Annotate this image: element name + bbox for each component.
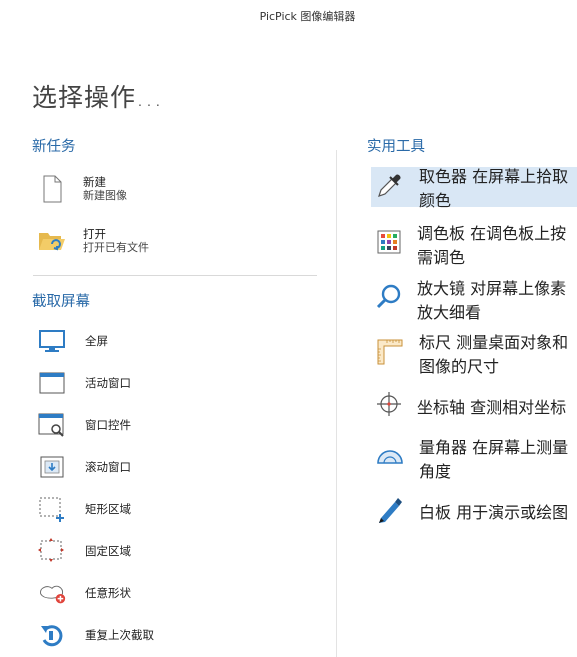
capture-active-window-label: 活动窗口: [85, 376, 131, 390]
open-file-desc: 打开已有文件: [83, 241, 149, 254]
tool-whiteboard-desc: 用于演示或绘图: [456, 503, 569, 522]
crosshair-icon: [375, 390, 403, 422]
repeat-last-capture-button[interactable]: 重复上次截取: [37, 620, 154, 650]
capture-fullscreen-label: 全屏: [85, 334, 108, 348]
tool-color-picker[interactable]: 取色器 在屏幕上拾取颜色: [371, 167, 577, 210]
open-file-label: 打开: [83, 227, 106, 241]
tool-crosshair[interactable]: 坐标轴 查测相对坐标: [371, 386, 577, 426]
tool-ruler-label: 标尺: [419, 333, 452, 352]
tool-whiteboard[interactable]: 白板 用于演示或绘图: [371, 491, 577, 531]
tool-crosshair-label: 坐标轴: [417, 398, 466, 417]
new-image-desc: 新建图像: [83, 189, 127, 202]
section-title-tools: 实用工具: [367, 139, 425, 155]
capture-window-control-label: 窗口控件: [85, 418, 131, 432]
fixed-region-icon: [37, 536, 67, 566]
new-image-label: 新建: [83, 175, 106, 189]
capture-freehand-button[interactable]: 任意形状: [37, 578, 131, 608]
capture-freehand-label: 任意形状: [85, 586, 131, 600]
capture-fullscreen-button[interactable]: 全屏: [37, 326, 108, 356]
tool-ruler[interactable]: 标尺 测量桌面对象和图像的尺寸: [371, 333, 577, 376]
capture-scroll-window-button[interactable]: 滚动窗口: [37, 452, 131, 482]
tool-magnifier[interactable]: 放大镜 对屏幕上像素放大细看: [371, 279, 577, 322]
window-title: PicPick 图像编辑器: [259, 10, 356, 23]
capture-fixed-region-button[interactable]: 固定区域: [37, 536, 131, 566]
capture-window-control-button[interactable]: 窗口控件: [37, 410, 131, 440]
page-heading: 选择操作...: [32, 83, 163, 112]
section-title-new-task: 新任务: [32, 139, 76, 155]
capture-rect-region-button[interactable]: 矩形区域: [37, 494, 131, 524]
tool-magnifier-label: 放大镜: [417, 279, 466, 298]
tool-protractor[interactable]: 量角器 在屏幕上测量角度: [371, 438, 577, 481]
magnifier-icon: [375, 283, 403, 315]
tool-whiteboard-label: 白板: [419, 503, 452, 522]
eyedropper-icon: [375, 170, 405, 204]
ruler-icon: [375, 336, 405, 370]
capture-fixed-region-label: 固定区域: [85, 544, 131, 558]
freehand-shape-icon: [37, 578, 67, 608]
capture-rect-region-label: 矩形区域: [85, 502, 131, 516]
column-separator: [336, 150, 337, 657]
window-icon: [37, 368, 67, 398]
scroll-window-icon: [37, 452, 67, 482]
new-image-button[interactable]: 新建 新建图像: [37, 174, 127, 204]
repeat-last-capture-label: 重复上次截取: [85, 628, 154, 642]
section-divider: [33, 275, 317, 276]
section-title-capture: 截取屏幕: [32, 294, 90, 310]
protractor-icon: [375, 442, 405, 474]
tool-protractor-label: 量角器: [419, 438, 468, 457]
tool-color-picker-label: 取色器: [419, 167, 468, 186]
open-folder-icon: [37, 226, 67, 256]
capture-scroll-window-label: 滚动窗口: [85, 460, 131, 474]
pen-icon: [375, 494, 405, 528]
tool-palette-label: 调色板: [417, 224, 466, 243]
tool-palette[interactable]: 调色板 在调色板上按需调色: [371, 224, 577, 267]
window-control-icon: [37, 410, 67, 440]
palette-icon: [375, 228, 403, 260]
monitor-icon: [37, 326, 67, 356]
capture-active-window-button[interactable]: 活动窗口: [37, 368, 131, 398]
open-file-button[interactable]: 打开 打开已有文件: [37, 226, 149, 256]
rect-region-icon: [37, 494, 67, 524]
tool-crosshair-desc: 查测相对坐标: [470, 398, 567, 417]
repeat-capture-icon: [37, 620, 67, 650]
new-file-icon: [37, 174, 67, 204]
